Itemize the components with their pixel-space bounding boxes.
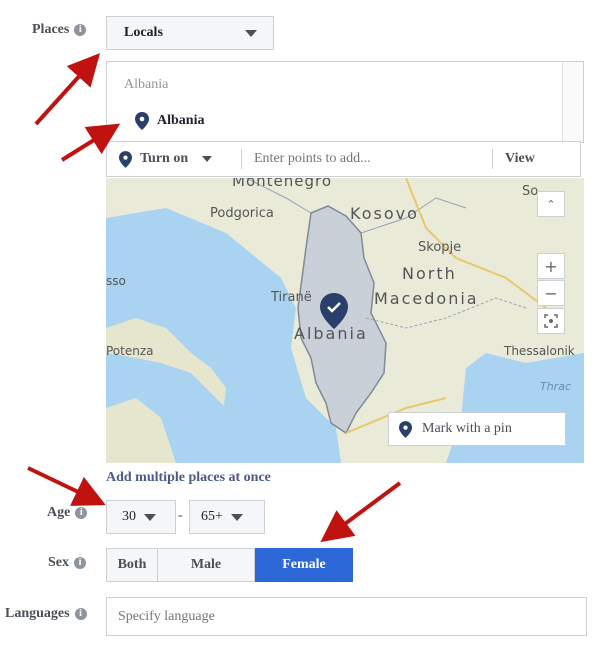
- chevron-down-icon: [202, 156, 213, 162]
- chevron-down-icon: [144, 513, 156, 521]
- sex-option-female[interactable]: Female: [255, 548, 353, 582]
- info-icon[interactable]: i: [74, 557, 86, 569]
- map-label-potenza: Potenza: [106, 344, 154, 358]
- age-max-value: 65+: [201, 509, 223, 524]
- sex-label: Sex i: [48, 555, 86, 571]
- location-type-select[interactable]: Locals: [106, 16, 274, 50]
- view-button[interactable]: View: [505, 151, 535, 167]
- chevron-down-icon: [245, 29, 257, 37]
- arrow-to-albania-result: [60, 123, 121, 162]
- languages-label-text: Languages: [5, 606, 70, 621]
- map-label-montenegro: Montenegro: [232, 178, 333, 190]
- map-label-thrace: Thrac: [540, 380, 572, 393]
- mark-with-pin-button[interactable]: Mark with a pin: [388, 412, 566, 446]
- age-label-text: Age: [47, 505, 71, 520]
- add-multiple-places-link[interactable]: Add multiple places at once: [106, 470, 271, 486]
- result-item-albania[interactable]: Albania: [135, 112, 204, 130]
- location-pin-icon: [119, 150, 132, 168]
- map-collapse-button[interactable]: ⌃: [537, 191, 565, 217]
- languages-label: Languages i: [5, 606, 87, 622]
- arrow-to-age: [27, 466, 106, 506]
- location-pin-icon: [135, 112, 149, 130]
- age-label: Age i: [47, 505, 88, 521]
- info-icon[interactable]: i: [74, 608, 87, 620]
- map-label-tirane: Tiranë: [271, 290, 312, 305]
- sex-label-text: Sex: [48, 555, 69, 570]
- location-results-panel: Albania Albania: [106, 61, 584, 143]
- result-item-label: Albania: [157, 113, 205, 128]
- map-label-sso: sso: [106, 274, 126, 288]
- map-label-skopje: Skopje: [418, 240, 462, 255]
- results-scrollbar[interactable]: [562, 62, 583, 142]
- arrow-to-places-select: [34, 53, 101, 126]
- map-label-thessaloniki: Thessalonik: [504, 344, 575, 358]
- info-icon[interactable]: i: [75, 507, 88, 519]
- mark-with-pin-label: Mark with a pin: [422, 421, 512, 436]
- selected-location-pin-icon[interactable]: [320, 293, 348, 329]
- fit-bounds-button[interactable]: [537, 308, 565, 334]
- sex-segmented-control: Both Male Female: [106, 548, 353, 582]
- age-separator: -: [178, 508, 183, 523]
- map[interactable]: Montenegro Podgorica Kosovo Skopje North…: [106, 178, 584, 463]
- map-label-macedonia: Macedonia: [374, 289, 479, 308]
- places-label: Places i: [32, 22, 87, 38]
- sex-option-male[interactable]: Male: [158, 548, 255, 582]
- results-header: Albania: [124, 77, 169, 92]
- turn-on-dropdown[interactable]: Turn on: [107, 150, 241, 168]
- location-pin-icon: [399, 420, 412, 438]
- age-max-select[interactable]: 65+: [189, 500, 265, 534]
- sex-option-both[interactable]: Both: [106, 548, 158, 582]
- languages-input[interactable]: [106, 597, 587, 636]
- points-input[interactable]: [252, 150, 486, 168]
- pin-toolbar: Turn on View: [106, 141, 581, 177]
- map-label-podgorica: Podgorica: [210, 206, 274, 221]
- divider: [241, 149, 242, 169]
- turn-on-label: Turn on: [140, 151, 189, 166]
- zoom-out-button[interactable]: −: [537, 280, 565, 306]
- arrow-to-female: [320, 481, 402, 543]
- places-label-text: Places: [32, 22, 70, 37]
- zoom-in-button[interactable]: +: [537, 253, 565, 279]
- location-type-value: Locals: [124, 25, 163, 40]
- map-label-north: North: [402, 264, 457, 283]
- age-min-value: 30: [122, 509, 136, 524]
- info-icon[interactable]: i: [74, 24, 87, 36]
- chevron-down-icon: [230, 513, 243, 521]
- focus-icon: [544, 314, 558, 328]
- age-min-select[interactable]: 30: [106, 500, 176, 534]
- divider: [492, 149, 493, 169]
- map-label-kosovo: Kosovo: [350, 204, 419, 223]
- map-label-sofia: So: [522, 184, 539, 199]
